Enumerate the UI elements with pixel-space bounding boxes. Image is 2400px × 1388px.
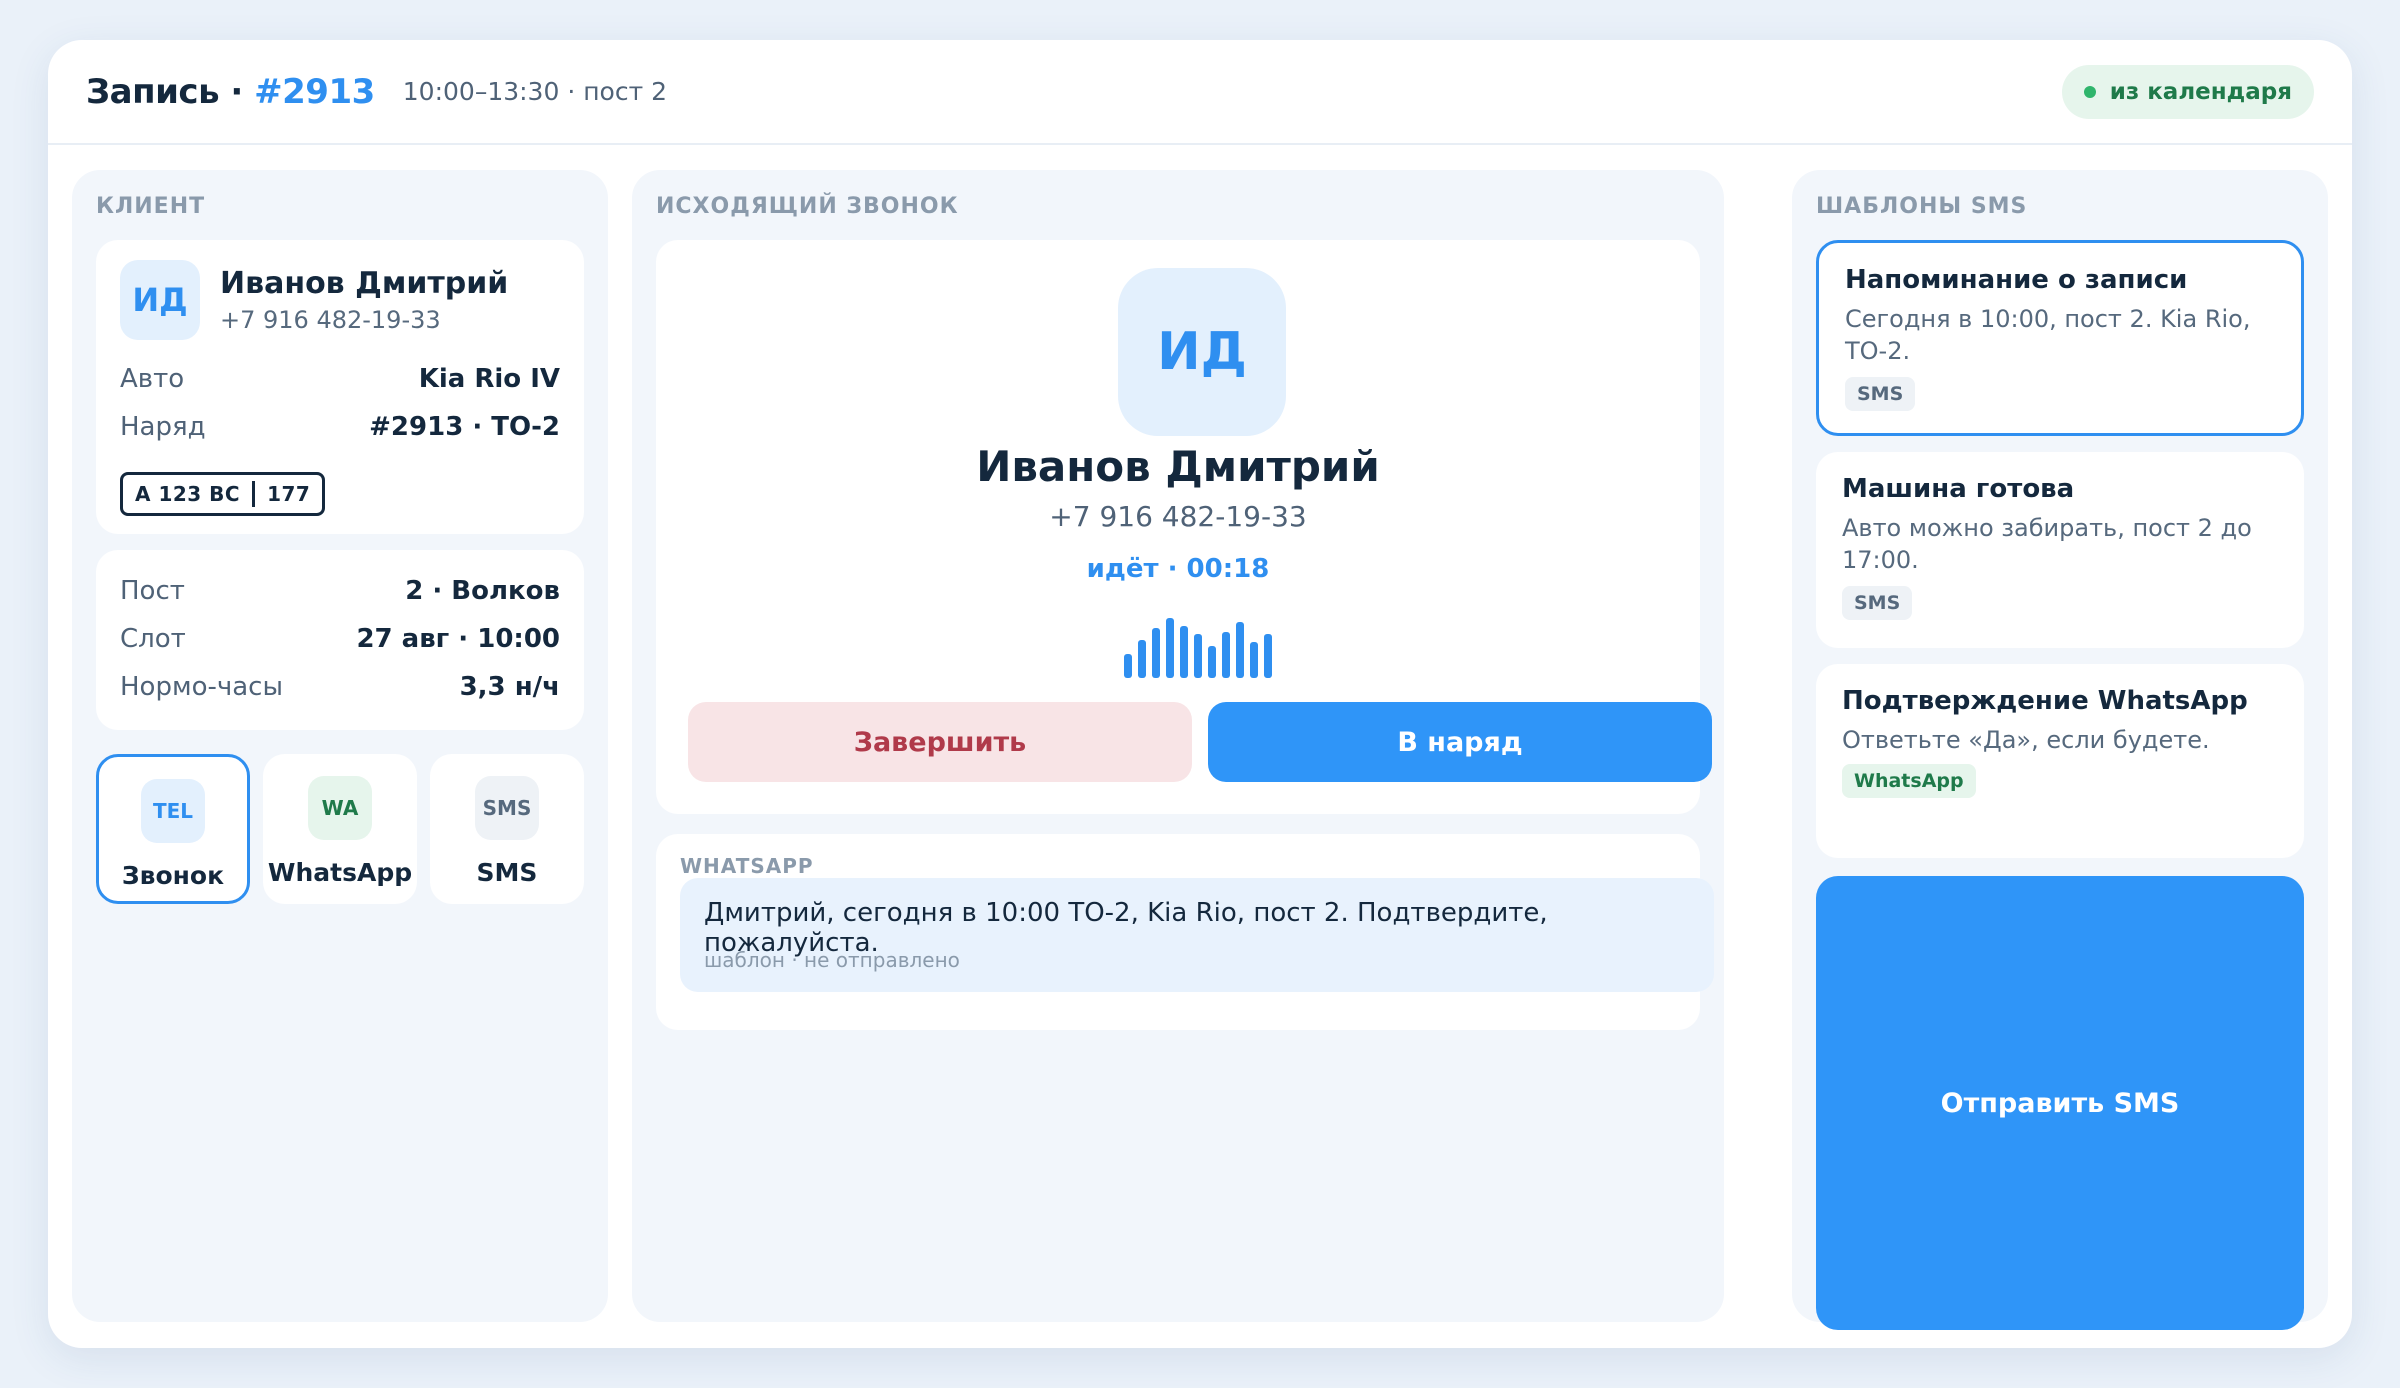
channel-call-label: Звонок [121,861,225,890]
hours-row: Нормо-часы 3,3 н/ч [120,672,560,702]
template-tag: SMS [1845,377,1916,411]
hours-value: 3,3 н/ч [459,672,560,702]
channel-sms-button[interactable]: SMS SMS [430,754,584,904]
templates-section-label: ШАБЛОНЫ SMS [1816,194,2028,219]
call-card: ИД Иванов Дмитрий +7 916 482-19-33 идёт … [656,240,1712,814]
client-column: КЛИЕНТ ИД Иванов Дмитрий +7 916 482-19-3… [72,170,608,1322]
whatsapp-icon: WA [308,776,372,840]
order-row: Наряд #2913 · ТО-2 [120,412,560,442]
post-label: Пост [120,576,185,606]
call-avatar: ИД [1118,268,1286,436]
audio-wave-icon [1124,618,1272,678]
whatsapp-message-meta: шаблон · не отправлено [704,948,960,972]
channel-sms-label: SMS [476,858,538,887]
template-item-reminder[interactable]: Напоминание о записи Сегодня в 10:00, по… [1816,240,2304,436]
record-window: Запись · #2913 10:00–13:30 · пост 2 из к… [48,40,2352,1348]
whatsapp-card: WHATSAPP Дмитрий, сегодня в 10:00 ТО-2, … [656,834,1714,1030]
template-body: Авто можно забирать, пост 2 до 17:00. [1842,514,2252,574]
client-section-label: КЛИЕНТ [96,194,206,219]
slot-card: Пост 2 · Волков Слот 27 авг · 10:00 Норм… [96,550,584,730]
call-status: идёт · 00:18 [1086,554,1270,584]
record-number: #2913 [254,71,375,112]
end-call-button[interactable]: Завершить [688,702,1192,782]
order-value[interactable]: #2913 · ТО-2 [369,412,560,442]
template-title: Подтверждение WhatsApp [1842,686,2248,716]
client-name: Иванов Дмитрий [220,266,509,301]
car-row: Авто Kia Rio IV [120,364,560,394]
template-title: Напоминание о записи [1845,265,2188,295]
whatsapp-message-bubble[interactable]: Дмитрий, сегодня в 10:00 ТО-2, Kia Rio, … [680,878,1714,992]
header: Запись · #2913 10:00–13:30 · пост 2 из к… [48,40,2352,145]
channel-whatsapp-button[interactable]: WA WhatsApp [263,754,417,904]
plate-main: А 123 ВС [135,482,241,506]
license-plate: А 123 ВС 177 [120,472,326,516]
template-tag: SMS [1842,586,1913,620]
car-value: Kia Rio IV [418,364,560,394]
template-body: Сегодня в 10:00, пост 2. Kia Rio, ТО-2. [1845,305,2251,365]
template-body: Ответьте «Да», если будете. [1842,726,2210,754]
template-title: Машина готова [1842,474,2075,504]
avatar: ИД [120,260,200,340]
calendar-badge-label: из календаря [2109,78,2292,105]
call-contact-name: Иванов Дмитрий [976,442,1380,491]
status-dot-icon [2083,85,2096,98]
call-contact-phone: +7 916 482-19-33 [1049,500,1307,533]
calendar-badge: из календаря [2061,64,2314,119]
call-section-label: ИСХОДЯЩИЙ ЗВОНОК [656,194,959,219]
sms-icon: SMS [475,776,539,840]
post-row: Пост 2 · Волков [120,576,560,606]
slot-value: 27 авг · 10:00 [356,624,560,654]
template-tag: WhatsApp [1842,764,1976,798]
slot-label: Слот [120,624,186,654]
templates-column: ШАБЛОНЫ SMS Напоминание о записи Сегодня… [1792,170,2328,1330]
client-card: ИД Иванов Дмитрий +7 916 482-19-33 Авто … [96,240,584,534]
template-item-car-ready[interactable]: Машина готова Авто можно забирать, пост … [1816,452,2304,648]
order-label: Наряд [120,412,206,442]
hours-label: Нормо-часы [120,672,283,702]
phone-icon: TEL [141,779,205,843]
call-column: ИСХОДЯЩИЙ ЗВОНОК ИД Иванов Дмитрий +7 91… [632,170,1724,1322]
whatsapp-section-label: WHATSAPP [680,854,814,878]
template-item-whatsapp-confirm[interactable]: Подтверждение WhatsApp Ответьте «Да», ес… [1816,664,2304,858]
plate-region: 177 [267,482,311,506]
add-to-order-button[interactable]: В наряд [1208,702,1712,782]
send-sms-button[interactable]: Отправить SMS [1816,876,2304,1330]
post-value: 2 · Волков [405,576,560,606]
channel-whatsapp-label: WhatsApp [267,858,413,887]
client-phone[interactable]: +7 916 482-19-33 [220,306,441,334]
plate-divider [252,481,256,507]
page-title: Запись · #2913 [86,72,375,112]
record-subtitle: 10:00–13:30 · пост 2 [402,77,668,106]
channel-call-button[interactable]: TEL Звонок [96,754,250,904]
car-label: Авто [120,364,185,394]
title-prefix: Запись · [86,71,255,112]
slot-row: Слот 27 авг · 10:00 [120,624,560,654]
